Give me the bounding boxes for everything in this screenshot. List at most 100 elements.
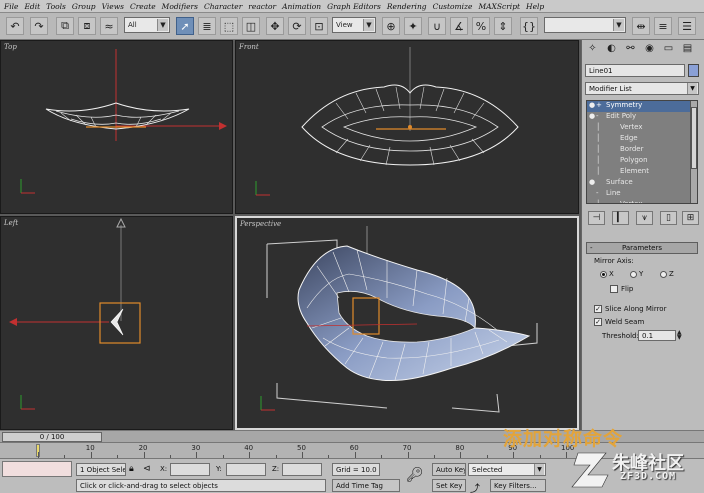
window-crossing-icon[interactable]: ◫ xyxy=(242,17,260,35)
axis-x-radio[interactable]: X xyxy=(600,270,614,278)
menu-item-tools[interactable]: Tools xyxy=(46,2,66,11)
pivot-center-icon[interactable]: ⊕ xyxy=(382,17,400,35)
menu-item-file[interactable]: File xyxy=(4,2,18,11)
lock-selection-icon[interactable]: 🔒︎ xyxy=(129,464,134,474)
viewport-front[interactable]: Front xyxy=(235,40,579,214)
parameters-rollout-header[interactable]: - Parameters xyxy=(586,242,698,254)
select-by-name-icon[interactable]: ≣ xyxy=(198,17,216,35)
snap-toggle-icon[interactable]: ∪ xyxy=(428,17,446,35)
select-manipulate-icon[interactable]: ✦ xyxy=(404,17,422,35)
menu-item-create[interactable]: Create xyxy=(130,2,156,11)
threshold-spinner-icon[interactable]: ▲ ▼ xyxy=(677,330,684,341)
object-name-field[interactable]: Line01 xyxy=(585,64,685,77)
remove-modifier-icon[interactable]: ▯ xyxy=(660,211,677,225)
key-mode-dropdown[interactable]: Selected ▼ xyxy=(468,463,546,476)
flip-checkbox[interactable]: Flip xyxy=(610,285,633,293)
motion-tab-icon[interactable]: ◉ xyxy=(642,43,657,57)
hierarchy-tab-icon[interactable]: ⚯ xyxy=(623,43,638,57)
stack-item-border[interactable]: │ Border xyxy=(587,145,691,156)
pin-stack-icon[interactable]: ⊣ xyxy=(588,211,605,225)
link-icon[interactable]: ⧉ xyxy=(56,17,74,35)
mirror-icon[interactable]: ⇹ xyxy=(632,17,650,35)
percent-snap-icon[interactable]: % xyxy=(472,17,490,35)
select-and-move-icon[interactable]: ✥ xyxy=(266,17,284,35)
select-and-rotate-icon[interactable]: ⟳ xyxy=(288,17,306,35)
key-icon[interactable]: 🔑︎ xyxy=(406,467,424,483)
z-coord-field[interactable] xyxy=(282,463,322,476)
absolute-mode-icon[interactable]: ⊲ xyxy=(143,464,151,474)
redo-icon[interactable]: ↷ xyxy=(30,17,48,35)
bind-space-warp-icon[interactable]: ≈ xyxy=(100,17,118,35)
menu-item-rendering[interactable]: Rendering xyxy=(387,2,427,11)
menu-item-graph-editors[interactable]: Graph Editors xyxy=(327,2,381,11)
set-key-button[interactable]: Set Key xyxy=(432,479,466,492)
show-end-result-icon[interactable]: ▎ xyxy=(612,211,629,225)
configure-modifier-sets-icon[interactable]: ⊞ xyxy=(682,211,699,225)
light-bulb-icon[interactable]: ● xyxy=(589,178,596,186)
axis-z-radio[interactable]: Z xyxy=(660,270,674,278)
viewport-left[interactable]: Left xyxy=(0,216,233,430)
auto-key-button[interactable]: Auto Key xyxy=(432,463,466,476)
stack-item-polygon[interactable]: │ Polygon xyxy=(587,156,691,167)
stack-item-vertex[interactable]: │ Vertex xyxy=(587,200,691,203)
stack-scroll-thumb[interactable] xyxy=(691,107,697,169)
threshold-input[interactable]: 0.1 xyxy=(638,330,676,341)
set-key-icon[interactable]: ⤴ xyxy=(470,480,480,493)
layer-manager-icon[interactable]: ☰ xyxy=(678,17,696,35)
align-icon[interactable]: ≡ xyxy=(654,17,672,35)
display-tab-icon[interactable]: ▭ xyxy=(661,43,676,57)
axis-y-radio[interactable]: Y xyxy=(630,270,643,278)
add-time-tag-button[interactable]: Add Time Tag xyxy=(332,479,400,492)
unlink-icon[interactable]: ⧈ xyxy=(78,17,96,35)
undo-icon[interactable]: ↶ xyxy=(6,17,24,35)
key-filters-button[interactable]: Key Filters... xyxy=(490,479,546,492)
expand-toggle-icon[interactable]: - xyxy=(596,112,606,120)
selection-filter-dropdown[interactable]: All ▼ xyxy=(124,17,170,33)
menu-item-group[interactable]: Group xyxy=(72,2,96,11)
viewport-top[interactable]: Top xyxy=(0,40,233,214)
menu-item-help[interactable]: Help xyxy=(526,2,544,11)
create-tab-icon[interactable]: ✧ xyxy=(585,43,600,57)
time-slider-thumb[interactable]: 0 / 100 xyxy=(2,432,102,442)
make-unique-icon[interactable]: ⩛ xyxy=(636,211,653,225)
maxscript-listener-mini[interactable] xyxy=(2,461,72,477)
named-selection-dropdown[interactable]: ▼ xyxy=(544,17,626,33)
stack-item-surface[interactable]: ● Surface xyxy=(587,178,691,189)
expand-toggle-icon[interactable]: - xyxy=(596,189,606,197)
reference-coordinate-dropdown[interactable]: View ▼ xyxy=(332,17,376,33)
spinner-snap-icon[interactable]: ⇕ xyxy=(494,17,512,35)
weld-seam-checkbox[interactable]: ✓ Weld Seam xyxy=(594,318,644,326)
modifier-stack[interactable]: ●+ Symmetry ●- Edit Poly │ Vertex │ Edge │ Border… xyxy=(586,100,698,204)
modifier-list-dropdown[interactable]: Modifier List ▼ xyxy=(585,82,699,95)
slice-along-mirror-checkbox[interactable]: ✓ Slice Along Mirror xyxy=(594,305,666,313)
utilities-tab-icon[interactable]: ▤ xyxy=(680,43,695,57)
menu-item-maxscript[interactable]: MAXScript xyxy=(478,2,520,11)
stack-item-element[interactable]: │ Element xyxy=(587,167,691,178)
menu-item-modifiers[interactable]: Modifiers xyxy=(162,2,198,11)
edit-named-selection-icon[interactable]: {} xyxy=(520,17,538,35)
menu-item-views[interactable]: Views xyxy=(102,2,124,11)
menu-item-customize[interactable]: Customize xyxy=(433,2,473,11)
menu-item-character[interactable]: Character xyxy=(204,2,242,11)
stack-item-symmetry[interactable]: ●+ Symmetry xyxy=(587,101,691,112)
rectangular-selection-icon[interactable]: ⬚ xyxy=(220,17,238,35)
light-bulb-icon[interactable]: ● xyxy=(589,112,596,120)
stack-item-edit-poly[interactable]: ●- Edit Poly xyxy=(587,112,691,123)
select-object-icon[interactable]: ➚ xyxy=(176,17,194,35)
menu-item-animation[interactable]: Animation xyxy=(282,2,321,11)
menu-item-reactor[interactable]: reactor xyxy=(248,2,276,11)
stack-item-line[interactable]: - Line xyxy=(587,189,691,200)
object-color-swatch[interactable] xyxy=(688,64,699,77)
menu-item-edit[interactable]: Edit xyxy=(24,2,40,11)
stack-scrollbar[interactable] xyxy=(690,101,697,203)
expand-toggle-icon[interactable]: + xyxy=(596,101,606,109)
angle-snap-icon[interactable]: ∡ xyxy=(450,17,468,35)
x-coord-field[interactable] xyxy=(170,463,210,476)
viewport-perspective[interactable]: Perspective xyxy=(235,216,579,430)
select-and-scale-icon[interactable]: ⊡ xyxy=(310,17,328,35)
stack-item-edge[interactable]: │ Edge xyxy=(587,134,691,145)
light-bulb-icon[interactable]: ● xyxy=(589,101,596,109)
stack-item-vertex[interactable]: │ Vertex xyxy=(587,123,691,134)
modify-tab-icon[interactable]: ◐ xyxy=(604,43,619,57)
y-coord-field[interactable] xyxy=(226,463,266,476)
